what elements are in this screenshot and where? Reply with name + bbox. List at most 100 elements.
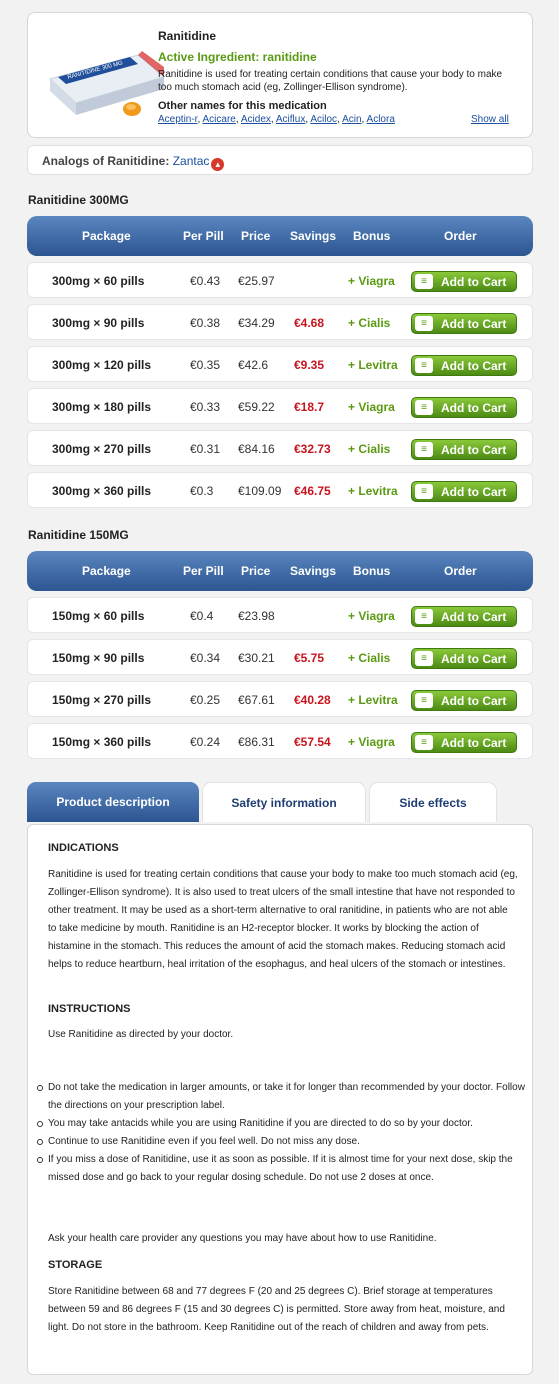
other-name-link[interactable]: Aceptin-r [158, 114, 197, 125]
col-order: Order [444, 564, 477, 578]
per-pill-cell: €0.4 [190, 609, 214, 623]
add-to-cart-button[interactable]: ≡ Add to Cart [411, 648, 517, 669]
col-price: Price [241, 229, 271, 243]
price-cell: €59.22 [238, 400, 275, 414]
price-cell: €84.16 [238, 442, 275, 456]
price-cell: €86.31 [238, 735, 275, 749]
other-name-link[interactable]: Acicare [202, 114, 235, 125]
per-pill-cell: €0.35 [190, 358, 221, 372]
price-cell: €109.09 [238, 484, 282, 498]
package-cell: 300mg × 270 pills [52, 442, 152, 456]
bonus-cell: + Cialis [348, 651, 391, 665]
savings-cell: €46.75 [294, 484, 331, 498]
package-cell: 300mg × 90 pills [52, 316, 145, 330]
package-cell: 300mg × 180 pills [52, 400, 152, 414]
list-item: You may take antacids while you are usin… [36, 1115, 526, 1133]
other-name-link[interactable]: Aciloc [310, 114, 337, 125]
add-to-cart-button[interactable]: ≡ Add to Cart [411, 606, 517, 627]
add-to-cart-button[interactable]: ≡ Add to Cart [411, 690, 517, 711]
bonus-cell: + Cialis [348, 442, 391, 456]
product-box-image: RANITIDINE 300 MG [48, 51, 166, 116]
add-to-cart-button[interactable]: ≡ Add to Cart [411, 271, 517, 292]
cart-icon: ≡ [415, 400, 433, 415]
analog-link-zantac[interactable]: Zantac [173, 154, 210, 168]
per-pill-cell: €0.34 [190, 651, 221, 665]
add-to-cart-label: Add to Cart [441, 401, 507, 415]
per-pill-cell: €0.43 [190, 274, 221, 288]
show-all-link[interactable]: Show all [471, 114, 509, 125]
section-title-300mg: Ranitidine 300MG [28, 193, 129, 207]
tab-product-description[interactable]: Product description [27, 782, 199, 822]
table-row: 300mg × 90 pills €0.38 €34.29 €4.68 + Cialis… [27, 304, 533, 340]
price-cell: €25.97 [238, 274, 275, 288]
cart-icon: ≡ [415, 693, 433, 708]
table-row: 150mg × 60 pills €0.4 €23.98 + Viagra ≡ Add t… [27, 597, 533, 633]
table-row: 300mg × 180 pills €0.33 €59.22 €18.7 + Viagr… [27, 388, 533, 424]
bonus-cell: + Levitra [348, 484, 398, 498]
tab-side-effects[interactable]: Side effects [369, 782, 497, 822]
col-savings: Savings [290, 564, 337, 578]
other-names-list: Aceptin-r, Acicare, Acidex, Aciflux, Aci… [158, 114, 395, 125]
rows-150mg: 150mg × 60 pills €0.4 €23.98 + Viagra ≡ Add t… [27, 597, 533, 759]
price-cell: €23.98 [238, 609, 275, 623]
cart-icon: ≡ [415, 358, 433, 373]
package-cell: 150mg × 90 pills [52, 651, 145, 665]
bonus-cell: + Levitra [348, 358, 398, 372]
add-to-cart-button[interactable]: ≡ Add to Cart [411, 439, 517, 460]
product-description: Ranitidine is used for treating certain … [158, 69, 503, 93]
package-cell: 300mg × 120 pills [52, 358, 152, 372]
table-row: 150mg × 90 pills €0.34 €30.21 €5.75 + Cialis… [27, 639, 533, 675]
price-cell: €30.21 [238, 651, 275, 665]
instructions-intro: Use Ranitidine as directed by your docto… [48, 1029, 234, 1040]
add-to-cart-button[interactable]: ≡ Add to Cart [411, 397, 517, 418]
col-order: Order [444, 229, 477, 243]
per-pill-cell: €0.24 [190, 735, 221, 749]
add-to-cart-label: Add to Cart [441, 359, 507, 373]
add-to-cart-label: Add to Cart [441, 694, 507, 708]
instructions-heading: INSTRUCTIONS [48, 1003, 131, 1015]
table-header: Package Per Pill Price Savings Bonus Ord… [27, 551, 533, 591]
thumbs-up-icon: ▲ [211, 158, 225, 171]
price-table-150mg: Package Per Pill Price Savings Bonus Ord… [27, 551, 533, 759]
add-to-cart-label: Add to Cart [441, 610, 507, 624]
other-name-link[interactable]: Aclora [367, 114, 395, 125]
add-to-cart-label: Add to Cart [441, 736, 507, 750]
table-row: 150mg × 360 pills €0.24 €86.31 €57.54 + Viag… [27, 723, 533, 759]
active-ingredient: Active Ingredient: ranitidine [158, 50, 317, 64]
table-row: 150mg × 270 pills €0.25 €67.61 €40.28 + Levi… [27, 681, 533, 717]
col-bonus: Bonus [353, 564, 391, 578]
table-row: 300mg × 270 pills €0.31 €84.16 €32.73 + Cial… [27, 430, 533, 466]
indications-text: Ranitidine is used for treating certain … [48, 869, 518, 970]
bonus-cell: + Levitra [348, 693, 398, 707]
other-name-link[interactable]: Aciflux [276, 114, 305, 125]
add-to-cart-button[interactable]: ≡ Add to Cart [411, 355, 517, 376]
col-per-pill: Per Pill [183, 564, 224, 578]
add-to-cart-label: Add to Cart [441, 275, 507, 289]
other-name-link[interactable]: Acin [342, 114, 361, 125]
per-pill-cell: €0.33 [190, 400, 221, 414]
bonus-cell: + Viagra [348, 274, 395, 288]
col-price: Price [241, 564, 271, 578]
bonus-cell: + Viagra [348, 609, 395, 623]
savings-cell: €57.54 [294, 735, 331, 749]
analogs-label: Analogs of Ranitidine: [42, 154, 170, 168]
savings-cell: €9.35 [294, 358, 325, 372]
list-item: If you miss a dose of Ranitidine, use it… [36, 1151, 526, 1187]
per-pill-cell: €0.3 [190, 484, 214, 498]
package-cell: 150mg × 360 pills [52, 735, 152, 749]
add-to-cart-button[interactable]: ≡ Add to Cart [411, 481, 517, 502]
add-to-cart-label: Add to Cart [441, 485, 507, 499]
price-cell: €42.6 [238, 358, 269, 372]
add-to-cart-label: Add to Cart [441, 443, 507, 457]
other-name-link[interactable]: Acidex [241, 114, 271, 125]
analogs-bar: Analogs of Ranitidine: Zantac ▲ [27, 145, 533, 175]
bonus-cell: + Viagra [348, 400, 395, 414]
price-cell: €67.61 [238, 693, 275, 707]
add-to-cart-button[interactable]: ≡ Add to Cart [411, 732, 517, 753]
col-per-pill: Per Pill [183, 229, 224, 243]
tab-safety-information[interactable]: Safety information [202, 782, 366, 822]
list-item: Continue to use Ranitidine even if you f… [36, 1133, 526, 1151]
add-to-cart-button[interactable]: ≡ Add to Cart [411, 313, 517, 334]
cart-icon: ≡ [415, 651, 433, 666]
price-table-300mg: Package Per Pill Price Savings Bonus Ord… [27, 216, 533, 508]
